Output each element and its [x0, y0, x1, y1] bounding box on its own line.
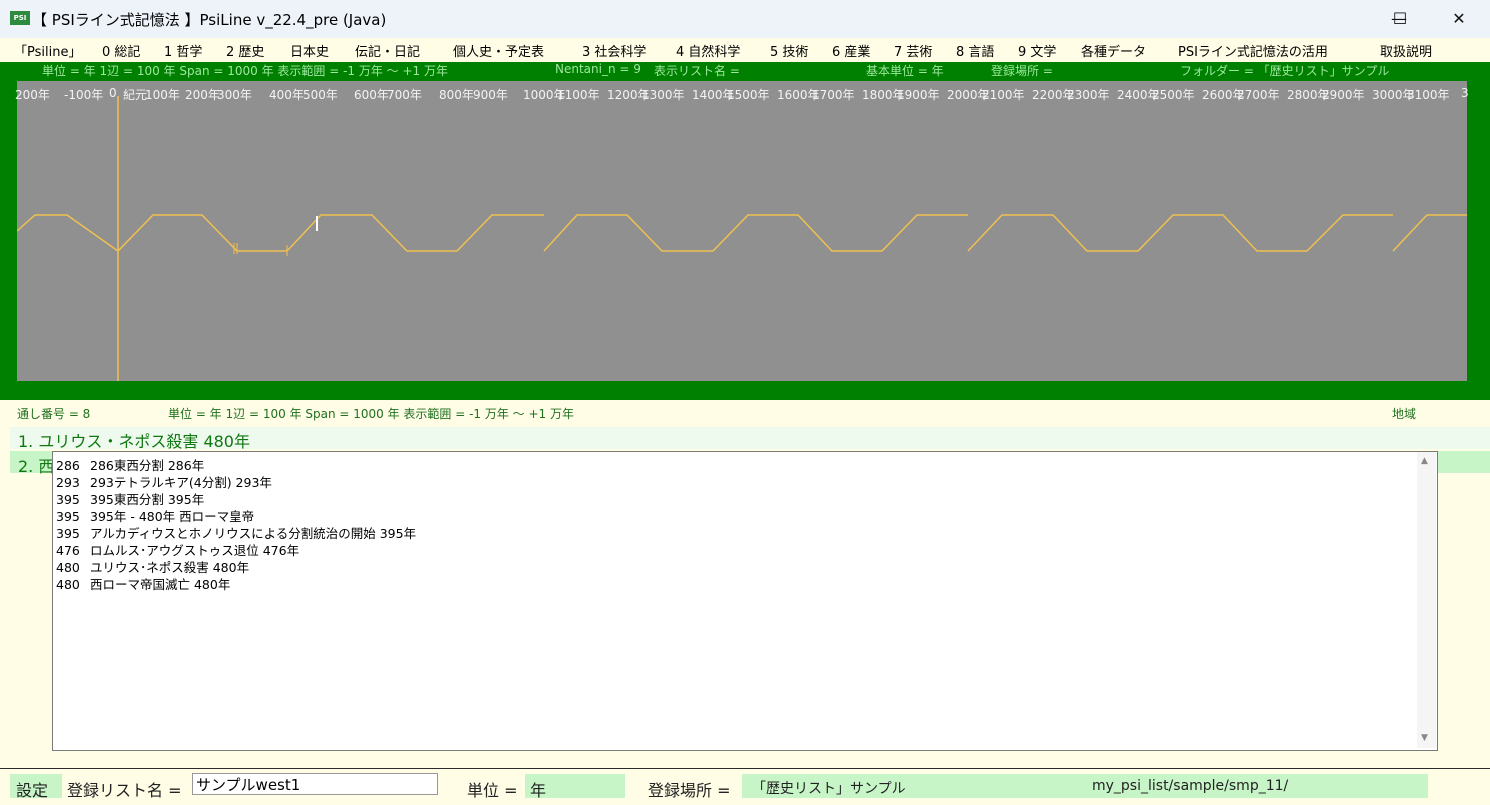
- menu-personal-history[interactable]: 個人史・予定表: [453, 41, 544, 60]
- title-bar: PSI 【 PSIライン式記憶法 】PsiLine v_22.4_pre (Ja…: [0, 0, 1490, 38]
- panel-units-label: 単位 = 年 1辺 = 100 年 Span = 1000 年 表示範囲 = -…: [42, 64, 448, 78]
- scroll-down-icon[interactable]: ▼: [1421, 733, 1428, 743]
- place-value: 「歴史リスト」サンプル: [752, 781, 906, 797]
- menu-industry[interactable]: 6 産業: [832, 41, 870, 60]
- maximize-button[interactable]: ☐: [1371, 0, 1429, 38]
- menu-natural-science[interactable]: 4 自然科学: [676, 41, 740, 60]
- info-row: 通し番号 = 8 単位 = 年 1辺 = 100 年 Span = 1000 年…: [0, 402, 1490, 424]
- psi-line-graph: [17, 96, 1467, 381]
- menu-social-science[interactable]: 3 社会科学: [582, 41, 646, 60]
- panel-reg-place-label: 登録場所 =: [991, 64, 1053, 78]
- unit-value: 年: [530, 781, 547, 800]
- menu-general[interactable]: 0 総記: [102, 41, 140, 60]
- menu-philosophy[interactable]: 1 哲学: [164, 41, 202, 60]
- unit-label: 単位 =: [467, 781, 518, 800]
- entry-row-1[interactable]: 1. ユリウス・ネポス殺害 480年: [10, 427, 1490, 451]
- menu-biography[interactable]: 伝記・日記: [355, 41, 420, 60]
- menu-technology[interactable]: 5 技術: [770, 41, 808, 60]
- settings-button[interactable]: 設定: [16, 777, 48, 801]
- menu-japanese-history[interactable]: 日本史: [290, 41, 329, 60]
- serial-number-label: 通し番号 = 8: [17, 407, 91, 421]
- place-field[interactable]: 「歴史リスト」サンプル my_psi_list/sample/smp_11/: [742, 774, 1428, 798]
- menu-data[interactable]: 各種データ: [1081, 41, 1146, 60]
- menu-manual[interactable]: 取扱説明: [1380, 41, 1432, 60]
- menu-psiline[interactable]: 「Psiline」: [14, 41, 81, 60]
- psi-line-segment-1: [17, 214, 544, 252]
- menu-bar: 「Psiline」 0 総記 1 哲学 2 歴史 日本史 伝記・日記 個人史・予…: [0, 38, 1490, 62]
- psi-line-segment-2: [543, 214, 968, 252]
- panel-nentani-label: Nentani_n = 9: [555, 62, 641, 76]
- reglist-label: 登録リスト名 =: [67, 781, 182, 800]
- panel-folder-label: フォルダー = 「歴史リスト」サンプル: [1180, 64, 1390, 78]
- place-path: my_psi_list/sample/smp_11/: [1092, 778, 1289, 794]
- list-scrollbar[interactable]: ▲ ▼: [1417, 452, 1436, 748]
- panel-base-unit-label: 基本単位 = 年: [866, 64, 944, 78]
- place-label: 登録場所 =: [648, 781, 731, 800]
- list-item[interactable]: 480 西ローマ帝国滅亡 480年: [56, 574, 230, 593]
- settings-button-bg[interactable]: 設定: [10, 774, 62, 801]
- scroll-up-icon[interactable]: ▲: [1421, 456, 1428, 466]
- reglist-input[interactable]: [192, 773, 438, 795]
- entry-1-text: 1. ユリウス・ネポス殺害 480年: [18, 432, 250, 451]
- bottom-bar: 設定 登録リスト名 = 単位 = 年 登録場所 = 「歴史リスト」サンプル my…: [0, 768, 1490, 805]
- panel-display-list-label: 表示リスト名 =: [654, 64, 740, 78]
- units-label: 単位 = 年 1辺 = 100 年 Span = 1000 年 表示範囲 = -…: [168, 407, 574, 421]
- region-label: 地域: [1392, 407, 1417, 421]
- menu-arts[interactable]: 7 芸術: [894, 41, 932, 60]
- menu-history[interactable]: 2 歴史: [226, 41, 264, 60]
- menu-usage[interactable]: PSIライン式記憶法の活用: [1178, 41, 1328, 60]
- unit-field[interactable]: 年: [525, 774, 625, 800]
- entry-2-text: 2. 西: [18, 457, 55, 476]
- timeline-canvas[interactable]: 200年 -100年 0 紀元 100年 200年 300年 400年 500年 600年 700年…: [15, 81, 1469, 381]
- window-title: 【 PSIライン式記憶法 】PsiLine v_22.4_pre (Java): [32, 11, 387, 29]
- menu-literature[interactable]: 9 文学: [1018, 41, 1056, 60]
- close-button[interactable]: ✕: [1430, 0, 1488, 38]
- psi-line-segment-4: [1392, 214, 1467, 252]
- app-icon: PSI: [10, 11, 30, 25]
- psi-line-segment-3: [967, 214, 1393, 252]
- menu-language[interactable]: 8 言語: [956, 41, 994, 60]
- event-list-box[interactable]: 286 286東西分割 286年 293 293テトラルキア(4分割) 293年 3…: [52, 451, 1438, 751]
